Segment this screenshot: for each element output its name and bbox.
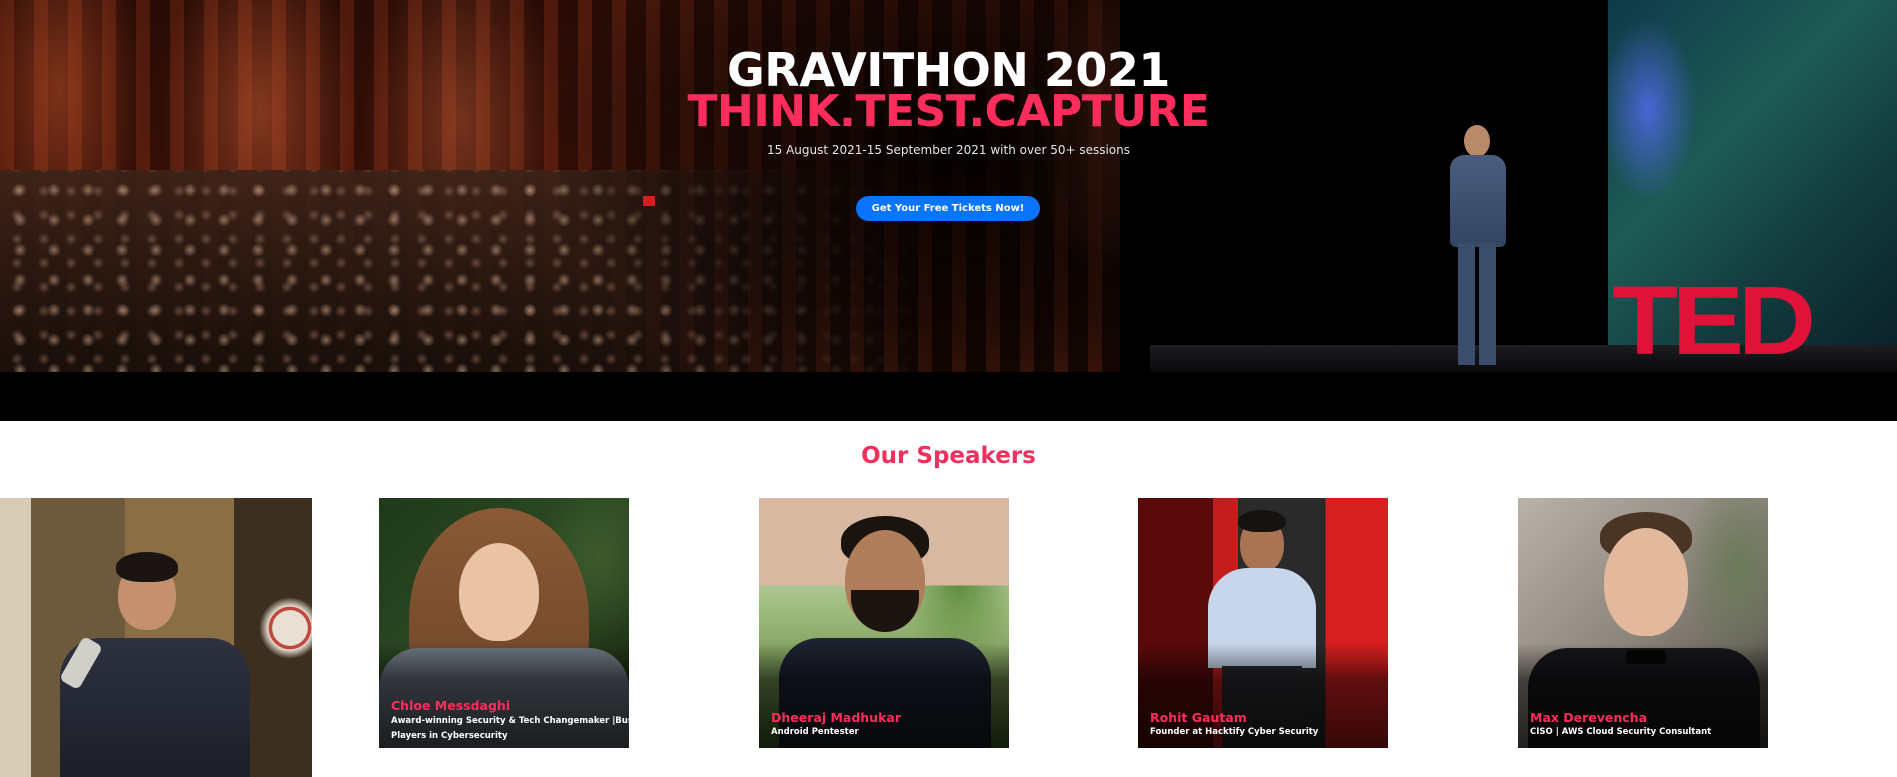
speaker-name: Chloe Messdaghi: [391, 698, 511, 713]
speaker-card[interactable]: Max Derevencha CISO | AWS Cloud Security…: [1518, 498, 1768, 748]
speaker-role: Android Pentester: [771, 727, 859, 737]
speaker-name: Dheeraj Madhukar: [771, 710, 901, 725]
get-tickets-button[interactable]: Get Your Free Tickets Now!: [856, 196, 1040, 221]
speaker-role: Founder at Hacktify Cyber Security: [1150, 727, 1319, 737]
speaker-card[interactable]: Dheeraj Madhukar Android Pentester: [759, 498, 1009, 748]
ted-logo: TED: [1612, 265, 1816, 375]
speaker-card-partial[interactable]: [0, 498, 312, 777]
speakers-section-title: Our Speakers: [861, 443, 1036, 469]
speaker-name: Rohit Gautam: [1150, 710, 1247, 725]
speaker-face: [1604, 528, 1688, 636]
speaker-role: Award-winning Security & Tech Changemake…: [391, 716, 629, 741]
speaker-role: CISO | AWS Cloud Security Consultant: [1530, 727, 1712, 737]
hero-dates: 15 August 2021-15 September 2021 with ov…: [767, 143, 1130, 157]
speaker-face: [459, 543, 539, 641]
speaker-card[interactable]: Rohit Gautam Founder at Hacktify Cyber S…: [1138, 498, 1388, 748]
stage-speaker-figure: [1442, 125, 1518, 370]
speaker-card[interactable]: Chloe Messdaghi Award-winning Security &…: [379, 498, 629, 748]
exit-sign: [643, 196, 655, 206]
hero-bottom-band: [0, 372, 1897, 421]
speaker-name: Max Derevencha: [1530, 710, 1648, 725]
hero-subtitle: THINK.TEST.CAPTURE: [687, 86, 1210, 137]
